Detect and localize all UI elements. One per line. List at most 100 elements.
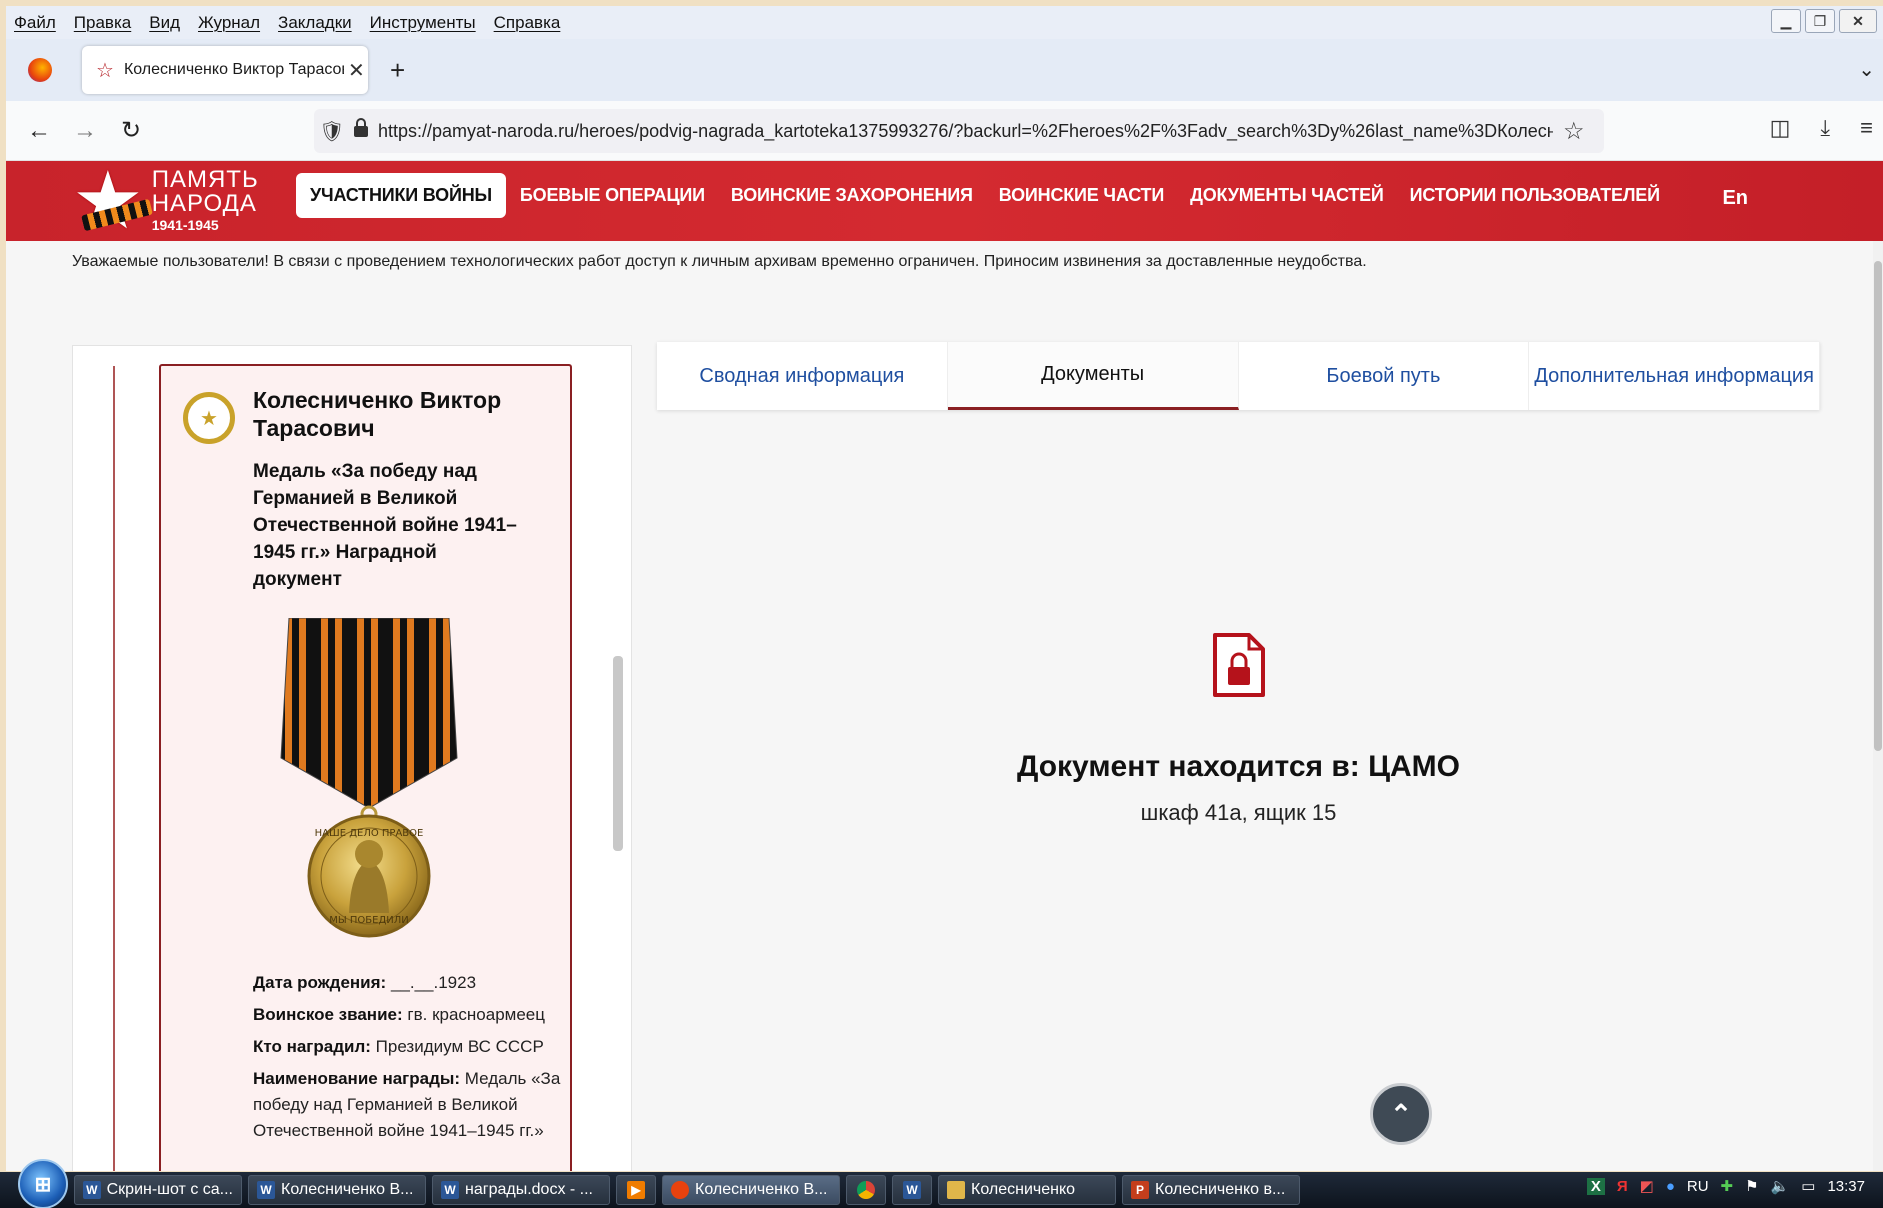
menu-help[interactable]: Справка	[494, 13, 561, 33]
menu-hamburger-icon[interactable]: ≡	[1860, 115, 1873, 141]
chevron-up-icon: ⌃	[1390, 1098, 1412, 1129]
url-text[interactable]: https://pamyat-naroda.ru/heroes/podvig-n…	[378, 121, 1553, 142]
logo-text: ПАМЯТЬ НАРОДА 1941-1945	[152, 168, 259, 234]
browser-window: Файл Правка Вид Журнал Закладки Инструме…	[6, 6, 1883, 1171]
taskbar-item[interactable]: P Колесниченко в...	[1122, 1175, 1300, 1205]
taskbar-label: награды.docx - ...	[465, 1181, 593, 1198]
tab-documents[interactable]: Документы	[947, 342, 1239, 410]
site-header: ★ ПАМЯТЬ НАРОДА 1941-1945 УЧАСТНИКИ ВОЙН…	[6, 161, 1883, 241]
taskbar-item[interactable]: W Скрин-шот с са...	[74, 1175, 242, 1205]
medal-inscription-top: НАШЕ ДЕЛО ПРАВОЕ	[315, 828, 424, 839]
volume-icon[interactable]: 🔈	[1771, 1177, 1790, 1195]
excel-icon[interactable]: X	[1586, 1177, 1605, 1195]
menu-edit[interactable]: Правка	[74, 13, 131, 33]
taskbar-item[interactable]: ▶	[616, 1175, 656, 1205]
taskbar-item-active[interactable]: Колесниченко В...	[662, 1175, 840, 1205]
app-icon[interactable]: ◩	[1640, 1177, 1654, 1195]
menu-bookmarks[interactable]: Закладки	[278, 13, 352, 33]
logo-star-icon: ★	[72, 156, 144, 245]
close-tab-icon[interactable]: ✕	[348, 58, 365, 83]
download-icon[interactable]: ⤓	[1820, 115, 1830, 141]
forward-button[interactable]: →	[64, 110, 106, 152]
zoom-icon[interactable]: ●	[1666, 1178, 1675, 1195]
logo-years: 1941-1945	[151, 217, 219, 233]
network-add-icon[interactable]: ✚	[1721, 1177, 1734, 1195]
timeline-line	[113, 366, 115, 1171]
language-switch[interactable]: En	[1722, 187, 1748, 210]
word-icon: W	[83, 1181, 101, 1199]
windows-taskbar: ⊞ W Скрин-шот с са... W Колесниченко В... …	[0, 1159, 1883, 1208]
document-location: Документ находится в: ЦАМО	[1016, 750, 1461, 783]
field-awarded-by: Кто наградил: Президиум ВС СССР	[253, 1034, 563, 1060]
menu-history[interactable]: Журнал	[198, 13, 260, 33]
pocket-icon[interactable]: ◫	[1770, 115, 1791, 141]
site-nav: УЧАСТНИКИ ВОЙНЫ БОЕВЫЕ ОПЕРАЦИИ ВОИНСКИЕ…	[296, 173, 1686, 218]
detail-tabs: Сводная информация Документы Боевой путь…	[657, 342, 1820, 410]
url-bar[interactable]: 🛡 https://pamyat-naroda.ru/heroes/podvig…	[314, 109, 1604, 153]
nav-unit-documents[interactable]: ДОКУМЕНТЫ ЧАСТЕЙ	[1190, 185, 1384, 206]
power-icon[interactable]: ▭	[1801, 1177, 1815, 1195]
bookmark-star-icon[interactable]: ☆	[1563, 117, 1585, 146]
menu-file[interactable]: Файл	[14, 13, 56, 33]
field-label: Кто наградил:	[253, 1037, 371, 1056]
award-card[interactable]: ★ Колесниченко Виктор Тарасович Медаль «…	[159, 364, 572, 1171]
word-icon: W	[257, 1181, 275, 1199]
menu-tools[interactable]: Инструменты	[370, 13, 476, 33]
flag-icon[interactable]: ⚑	[1745, 1177, 1758, 1195]
taskbar-item[interactable]	[846, 1175, 886, 1205]
taskbar-label: Колесниченко В...	[695, 1181, 828, 1198]
browser-tab-active[interactable]: ☆ Колесниченко Виктор Тарасович ✕	[82, 46, 368, 94]
yandex-icon[interactable]: Я	[1617, 1178, 1628, 1195]
taskbar-item[interactable]: W Колесниченко В...	[248, 1175, 426, 1205]
tab-combat-path[interactable]: Боевой путь	[1239, 342, 1530, 410]
nav-user-stories[interactable]: ИСТОРИИ ПОЛЬЗОВАТЕЛЕЙ	[1410, 185, 1660, 206]
system-tray: X Я ◩ ● RU ✚ ⚑ 🔈 ▭ 13:37	[1586, 1177, 1865, 1195]
toolbar-right: ◫ ⤓ ≡	[1770, 115, 1873, 141]
close-window-button[interactable]: ✕	[1839, 9, 1877, 33]
scroll-to-top-button[interactable]: ⌃	[1370, 1083, 1432, 1145]
restore-button[interactable]: ❐	[1805, 9, 1835, 33]
tab-summary[interactable]: Сводная информация	[657, 342, 948, 410]
list-all-tabs-icon[interactable]: ⌄	[1858, 57, 1875, 82]
media-icon: ▶	[627, 1181, 645, 1199]
tab-additional-info[interactable]: Дополнительная информация	[1529, 342, 1820, 410]
person-name: Колесниченко Виктор Тарасович	[253, 387, 502, 441]
nav-participants[interactable]: УЧАСТНИКИ ВОЙНЫ	[296, 173, 506, 218]
document-location-block: Документ находится в: ЦАМО шкаф 41а, ящи…	[1006, 631, 1471, 826]
field-value: гв. красноармеец	[407, 1005, 546, 1024]
minimize-button[interactable]: ▁	[1771, 9, 1801, 33]
nav-operations[interactable]: БОЕВЫЕ ОПЕРАЦИИ	[520, 185, 705, 206]
taskbar-item[interactable]: Wнаграды.docx - ...	[432, 1175, 610, 1205]
back-button[interactable]: ←	[18, 110, 60, 152]
field-value: __.__.1923	[390, 973, 477, 992]
field-award-name: Наименование награды: Медаль «За победу …	[253, 1066, 563, 1144]
taskbar-item[interactable]: W	[892, 1175, 932, 1205]
tray-language[interactable]: RU	[1687, 1178, 1709, 1195]
taskbar-label: Скрин-шот с са...	[106, 1181, 233, 1198]
powerpoint-icon: P	[1131, 1181, 1149, 1199]
award-fields: Дата рождения: __.__.1923 Воинское звани…	[253, 970, 563, 1150]
menu-view[interactable]: Вид	[149, 13, 180, 33]
folder-icon	[947, 1181, 965, 1199]
nav-units[interactable]: ВОИНСКИЕ ЧАСТИ	[999, 185, 1165, 206]
award-badge-icon: ★	[183, 392, 235, 444]
reload-button[interactable]: ↻	[110, 110, 152, 152]
chrome-icon	[857, 1181, 875, 1199]
firefox-view-button[interactable]	[18, 48, 62, 92]
clock[interactable]: 13:37	[1827, 1178, 1865, 1195]
field-label: Воинское звание:	[253, 1005, 403, 1024]
panel-scrollbar[interactable]	[613, 656, 623, 851]
firefox-icon	[28, 58, 52, 82]
taskbar-label: Колесниченко В...	[281, 1181, 414, 1198]
taskbar-item[interactable]: Колесниченко	[938, 1175, 1116, 1205]
site-logo[interactable]: ★ ПАМЯТЬ НАРОДА 1941-1945	[72, 161, 259, 241]
field-label: Дата рождения:	[253, 973, 387, 992]
field-value: Президиум ВС СССР	[375, 1037, 544, 1056]
lock-icon[interactable]	[350, 118, 372, 144]
new-tab-button[interactable]: +	[390, 55, 405, 86]
start-button[interactable]: ⊞	[18, 1159, 68, 1208]
tracking-protection-shield-icon[interactable]: 🛡	[314, 119, 350, 144]
nav-burials[interactable]: ВОИНСКИЕ ЗАХОРОНЕНИЯ	[731, 185, 973, 206]
page-scrollbar[interactable]	[1873, 241, 1883, 1171]
page-scrollbar-thumb[interactable]	[1874, 261, 1882, 751]
